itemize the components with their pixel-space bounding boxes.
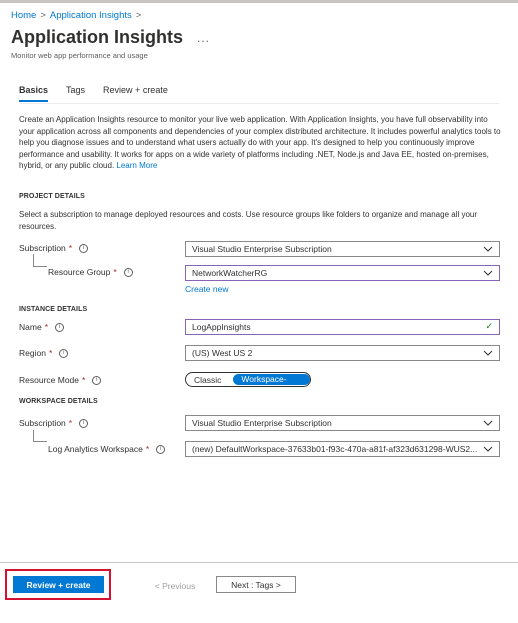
ws-subscription-label-text: Subscription bbox=[19, 418, 66, 428]
chevron-down-icon bbox=[483, 270, 493, 276]
learn-more-link[interactable]: Learn More bbox=[116, 161, 157, 170]
region-value: (US) West US 2 bbox=[192, 348, 253, 358]
resource-group-value: NetworkWatcherRG bbox=[192, 268, 268, 278]
tab-review-create[interactable]: Review + create bbox=[103, 85, 168, 102]
log-analytics-label-text: Log Analytics Workspace bbox=[48, 444, 143, 454]
log-analytics-value: (new) DefaultWorkspace-37633b01-f93c-470… bbox=[192, 444, 478, 454]
page-title: Application Insights bbox=[11, 27, 184, 47]
resource-mode-label-text: Resource Mode bbox=[19, 375, 80, 385]
project-description: Select a subscription to manage deployed… bbox=[19, 210, 478, 231]
more-options-icon[interactable]: ... bbox=[197, 31, 210, 45]
breadcrumb-separator: > bbox=[40, 10, 46, 21]
info-icon[interactable]: i bbox=[92, 375, 102, 385]
chevron-down-icon bbox=[483, 446, 493, 452]
info-icon[interactable]: i bbox=[55, 322, 64, 332]
tab-strip: Basics Tags Review + create bbox=[19, 85, 168, 102]
required-marker: * bbox=[113, 267, 117, 277]
tree-connector bbox=[33, 430, 47, 442]
tab-divider bbox=[19, 103, 499, 104]
top-bar bbox=[0, 0, 518, 3]
page-subtitle: Monitor web app performance and usage bbox=[11, 51, 148, 60]
footer-divider bbox=[0, 562, 518, 563]
info-icon[interactable]: i bbox=[79, 243, 89, 253]
section-heading-instance: INSTANCE DETAILS bbox=[19, 306, 88, 313]
resource-group-select[interactable]: NetworkWatcherRG bbox=[185, 265, 500, 281]
mode-workspace-option[interactable]: Workspace-based bbox=[233, 374, 310, 395]
previous-button[interactable]: < Previous bbox=[145, 577, 205, 594]
log-analytics-select[interactable]: (new) DefaultWorkspace-37633b01-f93c-470… bbox=[185, 441, 500, 457]
info-icon[interactable]: i bbox=[156, 444, 166, 454]
log-analytics-label: Log Analytics Workspace * i bbox=[48, 444, 166, 454]
tree-connector bbox=[33, 254, 47, 267]
required-marker: * bbox=[145, 444, 150, 454]
create-new-link[interactable]: Create new bbox=[185, 284, 228, 294]
resource-group-label-text: Resource Group bbox=[48, 267, 111, 277]
resource-mode-toggle[interactable]: Classic Workspace-based bbox=[185, 372, 311, 395]
required-marker: * bbox=[68, 243, 73, 253]
info-icon[interactable]: i bbox=[123, 267, 133, 277]
chevron-down-icon bbox=[483, 246, 493, 252]
ws-subscription-select[interactable]: Visual Studio Enterprise Subscription bbox=[185, 415, 500, 431]
breadcrumb-app-insights[interactable]: Application Insights bbox=[50, 10, 132, 21]
ws-subscription-label: Subscription * i bbox=[19, 418, 89, 428]
review-create-button[interactable]: Review + create bbox=[13, 576, 104, 593]
tab-tags[interactable]: Tags bbox=[66, 85, 85, 102]
resource-group-label: Resource Group * i bbox=[48, 267, 133, 277]
subscription-select[interactable]: Visual Studio Enterprise Subscription bbox=[185, 241, 500, 257]
region-select[interactable]: (US) West US 2 bbox=[185, 345, 500, 361]
name-input[interactable]: LogAppInsights ✓ bbox=[185, 319, 500, 335]
chevron-down-icon bbox=[483, 350, 493, 356]
subscription-label: Subscription * i bbox=[19, 243, 89, 253]
checkmark-icon: ✓ bbox=[485, 321, 493, 331]
next-tags-button[interactable]: Next : Tags > bbox=[216, 576, 296, 593]
chevron-down-icon bbox=[483, 420, 493, 426]
ws-subscription-value: Visual Studio Enterprise Subscription bbox=[192, 418, 332, 428]
region-label-text: Region bbox=[19, 348, 46, 358]
description-body: Create an Application Insights resource … bbox=[19, 115, 501, 170]
breadcrumb-home[interactable]: Home bbox=[11, 10, 36, 21]
breadcrumb-separator: > bbox=[135, 10, 142, 21]
info-icon[interactable]: i bbox=[59, 348, 69, 358]
subscription-value: Visual Studio Enterprise Subscription bbox=[192, 244, 332, 254]
name-label: Name * i bbox=[19, 322, 64, 332]
tab-basics[interactable]: Basics bbox=[19, 85, 49, 102]
section-heading-project: PROJECT DETAILS bbox=[19, 193, 85, 200]
name-value: LogAppInsights bbox=[192, 322, 251, 332]
page-title-row: Application Insights ... bbox=[11, 27, 210, 48]
required-marker: * bbox=[82, 375, 86, 385]
required-marker: * bbox=[68, 418, 73, 428]
region-label: Region * i bbox=[19, 348, 69, 358]
subscription-label-text: Subscription bbox=[19, 243, 66, 253]
description-text: Create an Application Insights resource … bbox=[19, 114, 501, 172]
name-label-text: Name bbox=[19, 322, 42, 332]
breadcrumb: Home > Application Insights > bbox=[11, 10, 141, 21]
required-marker: * bbox=[48, 348, 53, 358]
mode-classic-option[interactable]: Classic bbox=[186, 375, 229, 385]
required-marker: * bbox=[44, 322, 48, 332]
section-heading-workspace: WORKSPACE DETAILS bbox=[19, 398, 98, 405]
resource-mode-label: Resource Mode * i bbox=[19, 375, 102, 385]
info-icon[interactable]: i bbox=[79, 418, 89, 428]
